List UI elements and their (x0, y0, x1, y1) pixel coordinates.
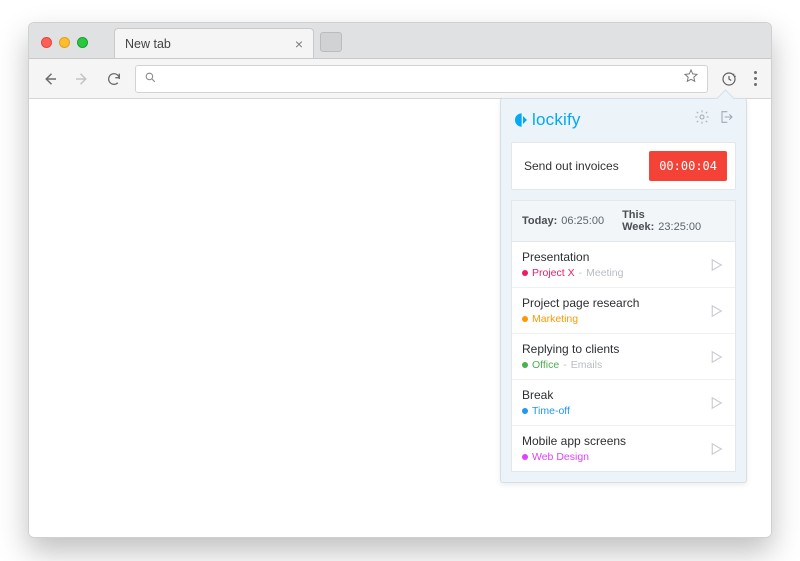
entry-info: Project page research Marketing (522, 296, 639, 325)
page-content: lockify Send out invoices 00:00:04 Tod (29, 99, 771, 537)
entry-meta: Time-off (522, 405, 570, 417)
browser-toolbar (29, 59, 771, 99)
close-window-button[interactable] (41, 37, 52, 48)
today-summary: Today: 06:25:00 (522, 215, 604, 227)
project-name: Office (532, 359, 559, 371)
project-name: Web Design (532, 451, 589, 463)
clock-icon (720, 70, 738, 88)
window-controls (37, 37, 94, 58)
tab-title: New tab (125, 37, 171, 51)
week-summary: This Week: 23:25:00 (622, 209, 725, 233)
time-entry[interactable]: Project page research Marketing (512, 287, 735, 333)
stop-timer-button[interactable]: 00:00:04 (649, 151, 727, 181)
time-entry[interactable]: Break Time-off (512, 379, 735, 425)
timer-row: Send out invoices 00:00:04 (511, 142, 736, 190)
project-name: Project X (532, 267, 575, 279)
entry-title: Mobile app screens (522, 434, 626, 448)
week-value: 23:25:00 (658, 221, 701, 233)
today-label: Today: (522, 215, 557, 227)
time-entry[interactable]: Replying to clients Office-Emails (512, 333, 735, 379)
entry-title: Replying to clients (522, 342, 619, 356)
popup-header: lockify (501, 99, 746, 138)
logout-icon (718, 109, 734, 125)
arrow-left-icon (41, 70, 59, 88)
brand-text: lockify (532, 110, 581, 130)
forward-button[interactable] (71, 68, 93, 90)
entry-title: Break (522, 388, 570, 402)
browser-tab[interactable]: New tab × (114, 28, 314, 58)
address-bar[interactable] (135, 65, 708, 93)
clockify-extension-button[interactable] (718, 68, 740, 90)
gear-icon (694, 109, 710, 125)
continue-entry-button[interactable] (707, 440, 725, 458)
play-icon (707, 394, 725, 412)
continue-entry-button[interactable] (707, 256, 725, 274)
entry-meta: Web Design (522, 451, 626, 463)
entry-info: Mobile app screens Web Design (522, 434, 626, 463)
entry-meta: Office-Emails (522, 359, 619, 371)
summary-bar: Today: 06:25:00 This Week: 23:25:00 (511, 200, 736, 241)
project-color-dot (522, 362, 528, 368)
clockify-popup: lockify Send out invoices 00:00:04 Tod (500, 98, 747, 483)
time-entry[interactable]: Mobile app screens Web Design (512, 425, 735, 471)
entry-meta: Project X-Meeting (522, 267, 623, 279)
continue-entry-button[interactable] (707, 394, 725, 412)
browser-window: New tab × (28, 22, 772, 538)
settings-button[interactable] (694, 109, 710, 130)
today-value: 06:25:00 (561, 215, 604, 227)
play-icon (707, 440, 725, 458)
clockify-logo: lockify (513, 110, 581, 130)
entry-title: Presentation (522, 250, 623, 264)
entry-tag: Emails (571, 359, 603, 371)
project-name: Marketing (532, 313, 578, 325)
continue-entry-button[interactable] (707, 348, 725, 366)
entry-info: Break Time-off (522, 388, 570, 417)
entry-meta: Marketing (522, 313, 639, 325)
week-label: This Week: (622, 209, 654, 233)
logout-button[interactable] (718, 109, 734, 130)
play-icon (707, 256, 725, 274)
back-button[interactable] (39, 68, 61, 90)
project-name: Time-off (532, 405, 570, 417)
project-color-dot (522, 408, 528, 414)
arrow-right-icon (73, 70, 91, 88)
bookmark-star-icon[interactable] (683, 68, 699, 89)
maximize-window-button[interactable] (77, 37, 88, 48)
entry-info: Presentation Project X-Meeting (522, 250, 623, 279)
entries-list: Presentation Project X-Meeting Project pag… (511, 241, 736, 472)
search-icon (144, 71, 157, 87)
project-color-dot (522, 316, 528, 322)
new-tab-button[interactable] (320, 32, 342, 52)
time-entry[interactable]: Presentation Project X-Meeting (512, 241, 735, 287)
close-tab-button[interactable]: × (295, 36, 303, 52)
minimize-window-button[interactable] (59, 37, 70, 48)
play-icon (707, 348, 725, 366)
entry-title: Project page research (522, 296, 639, 310)
tab-strip: New tab × (29, 23, 771, 59)
reload-icon (106, 71, 122, 87)
clockify-mark-icon (513, 112, 529, 128)
task-description-input[interactable]: Send out invoices (524, 159, 619, 173)
project-color-dot (522, 270, 528, 276)
project-color-dot (522, 454, 528, 460)
continue-entry-button[interactable] (707, 302, 725, 320)
reload-button[interactable] (103, 68, 125, 90)
play-icon (707, 302, 725, 320)
entry-tag: Meeting (586, 267, 623, 279)
entry-info: Replying to clients Office-Emails (522, 342, 619, 371)
url-input[interactable] (165, 71, 675, 86)
browser-menu-button[interactable] (750, 71, 761, 86)
